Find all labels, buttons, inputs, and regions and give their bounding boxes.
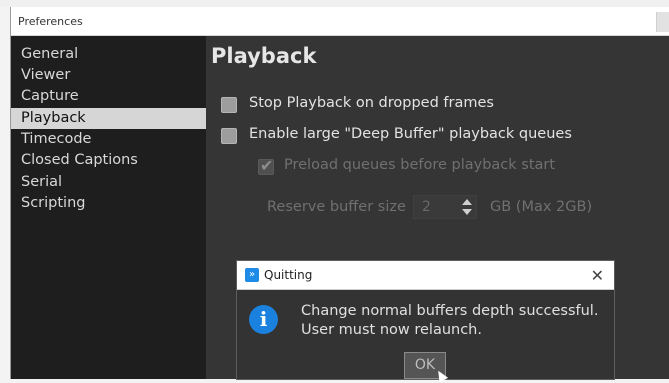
sidebar-item-label: Serial [21, 174, 63, 190]
reserve-label: Reserve buffer size [267, 199, 406, 215]
page-title: Playback [211, 44, 317, 68]
app-icon: » [245, 268, 259, 282]
sidebar-item-scripting[interactable]: Scripting [11, 193, 206, 214]
preload-label: Preload queues before playback start [284, 157, 556, 173]
sidebar-item-general[interactable]: General [11, 44, 206, 65]
deep-buffer-label: Enable large "Deep Buffer" playback queu… [249, 126, 572, 142]
sidebar-item-capture[interactable]: Capture [11, 86, 206, 107]
reserve-value: 2 [422, 199, 431, 215]
sidebar-item-playback[interactable]: Playback [11, 108, 206, 129]
spin-down-icon[interactable] [462, 209, 472, 215]
deep-buffer-checkbox[interactable] [221, 128, 237, 144]
stop-on-dropped-checkbox[interactable] [221, 97, 237, 113]
titlebar-button[interactable] [656, 12, 669, 32]
sidebar-item-label: Playback [21, 110, 86, 126]
dialog-message-line2: User must now relaunch. [301, 322, 482, 338]
checkmark-icon: ✔ [260, 156, 274, 175]
preload-checkbox[interactable]: ✔ [258, 156, 274, 175]
top-strip [0, 0, 669, 7]
close-icon[interactable]: ✕ [591, 266, 604, 285]
sidebar-item-label: Viewer [21, 67, 71, 83]
sidebar-item-timecode[interactable]: Timecode [11, 129, 206, 150]
reserve-suffix: GB (Max 2GB) [490, 199, 593, 215]
sidebar-item-viewer[interactable]: Viewer [11, 65, 206, 86]
sidebar-item-closed-captions[interactable]: Closed Captions [11, 150, 206, 171]
sidebar-item-label: Capture [21, 88, 79, 104]
sidebar: General Viewer Capture Playback Timecode… [11, 36, 206, 379]
sidebar-item-label: Closed Captions [21, 152, 138, 168]
spin-up-icon[interactable] [462, 199, 472, 205]
reserve-spinbox[interactable]: 2 [413, 195, 477, 219]
info-icon: i [249, 305, 278, 334]
stop-on-dropped-label: Stop Playback on dropped frames [249, 95, 494, 111]
window-titlebar: Preferences [11, 7, 669, 36]
window-title: Preferences [18, 15, 83, 28]
dialog-title: Quitting [264, 268, 313, 282]
sidebar-item-label: Scripting [21, 195, 86, 211]
sidebar-item-label: Timecode [21, 131, 92, 147]
dialog-message-line1: Change normal buffers depth successful. [301, 303, 599, 319]
quitting-dialog: » Quitting ✕ i Change normal buffers dep… [237, 261, 614, 383]
sidebar-item-label: General [21, 46, 79, 62]
sidebar-item-serial[interactable]: Serial [11, 172, 206, 193]
dialog-titlebar: » Quitting ✕ [237, 261, 614, 290]
